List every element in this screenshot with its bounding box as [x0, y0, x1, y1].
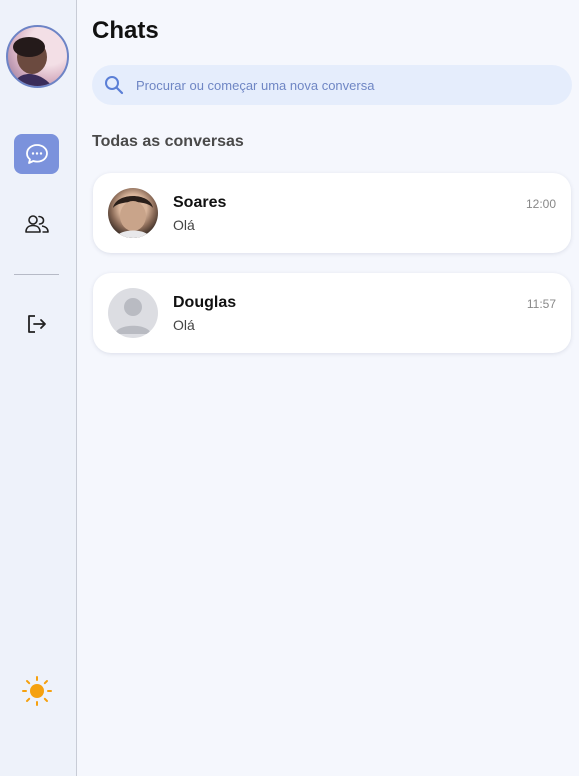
chat-name: Douglas: [173, 294, 237, 311]
nav-contacts-button[interactable]: [14, 204, 59, 244]
chat-timestamp: 12:00: [525, 197, 556, 211]
profile-photo: [13, 37, 52, 86]
search-icon: [105, 76, 124, 95]
profile-avatar[interactable]: [6, 25, 69, 88]
search-input[interactable]: [136, 65, 556, 105]
chat-avatar: [108, 188, 158, 238]
chat-item-soares[interactable]: Soares Olá 12:00: [93, 173, 571, 253]
chat-last-message: Olá: [173, 317, 195, 333]
chat-item-douglas[interactable]: Douglas Olá 11:57: [93, 273, 571, 353]
sidebar: [0, 0, 77, 776]
page-title: Chats: [92, 17, 159, 44]
app: Chats Todas as conversas Soares Olá 12:0…: [0, 0, 579, 776]
nav-chats-button[interactable]: [14, 134, 59, 174]
search-bar[interactable]: [92, 65, 572, 105]
contact-photo: [113, 196, 153, 238]
sidebar-divider: [14, 274, 59, 275]
sun-icon: [22, 676, 52, 706]
chat-last-message: Olá: [173, 217, 195, 233]
theme-toggle-button[interactable]: [20, 674, 54, 708]
chat-bubble-icon: [25, 144, 48, 164]
default-user-icon: [115, 298, 151, 334]
logout-icon: [27, 315, 46, 333]
users-icon: [24, 215, 49, 233]
logout-button[interactable]: [14, 304, 59, 344]
main-panel: Chats Todas as conversas Soares Olá 12:0…: [78, 0, 579, 776]
chat-avatar: [108, 288, 158, 338]
chat-timestamp: 11:57: [526, 297, 556, 311]
chat-name: Soares: [173, 194, 227, 211]
section-label: Todas as conversas: [92, 133, 244, 150]
